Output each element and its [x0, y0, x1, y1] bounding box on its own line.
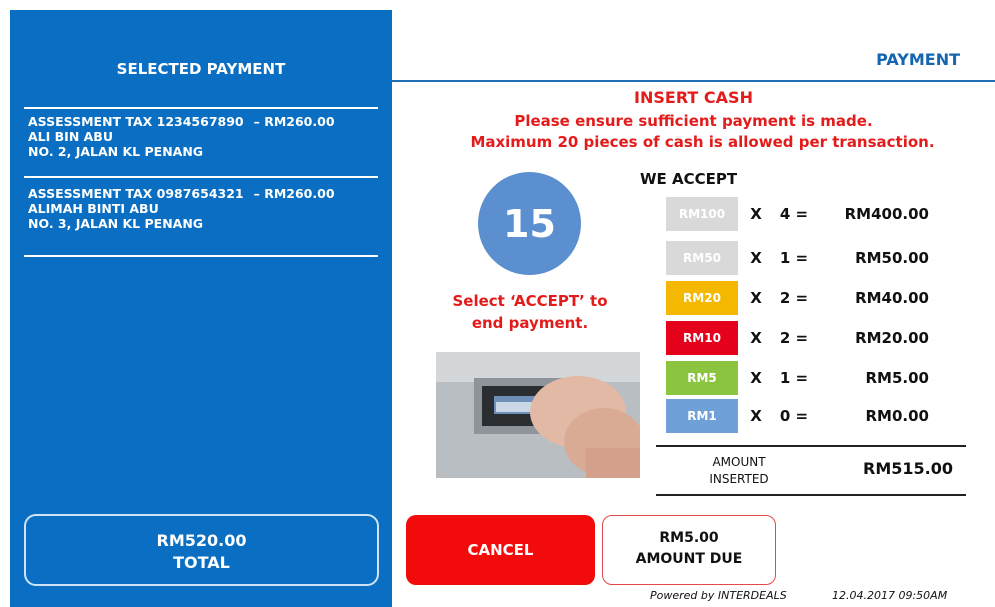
note-quantity: 1 = [779, 369, 809, 387]
total-box: RM520.00 TOTAL [24, 514, 379, 586]
note-chip: RM50 [666, 241, 738, 275]
note-subtotal: RM5.00 [865, 369, 930, 387]
cash-insert-photo [436, 352, 640, 478]
denomination-row: RM50 X 1 = RM50.00 [666, 241, 966, 275]
multiply-sign: X [750, 289, 762, 307]
payment-item-description: ASSESSMENT TAX 0987654321 [28, 186, 244, 201]
amount-inserted-value: RM515.00 [863, 459, 953, 478]
page-title: PAYMENT [876, 50, 960, 69]
note-quantity: 0 = [779, 407, 809, 425]
summary-divider [656, 494, 966, 496]
note-chip: RM20 [666, 281, 738, 315]
insert-cash-heading: INSERT CASH [634, 88, 753, 107]
payment-item-address: NO. 3, JALAN KL PENANG [28, 216, 204, 231]
payment-item: ASSESSMENT TAX 0987654321 – RM260.00 ALI… [28, 186, 378, 231]
payment-item-name: ALIMAH BINTI ABU [28, 201, 159, 216]
payment-item-name: ALI BIN ABU [28, 129, 113, 144]
select-accept-line-2: end payment. [471, 314, 589, 332]
selected-payment-panel: SELECTED PAYMENT ASSESSMENT TAX 12345678… [10, 10, 392, 607]
payment-item: ASSESSMENT TAX 1234567890 – RM260.00 ALI… [28, 114, 378, 159]
denomination-row: RM10 X 2 = RM20.00 [666, 321, 966, 355]
total-label: TOTAL [173, 553, 230, 572]
selected-payment-title: SELECTED PAYMENT [116, 60, 286, 78]
divider [24, 255, 378, 257]
note-subtotal: RM20.00 [855, 329, 929, 347]
denomination-row: RM1 X 0 = RM0.00 [666, 399, 966, 433]
note-chip: RM1 [666, 399, 738, 433]
divider [24, 176, 378, 178]
powered-by-text: Powered by INTERDEALS [650, 589, 787, 602]
select-accept-line-1: Select ‘ACCEPT’ to [452, 292, 608, 310]
note-chip: RM5 [666, 361, 738, 395]
amount-due-value: RM5.00 [659, 530, 719, 546]
denomination-row: RM5 X 1 = RM5.00 [666, 361, 966, 395]
payment-item-description: ASSESSMENT TAX 1234567890 [28, 114, 244, 129]
multiply-sign: X [750, 369, 762, 387]
amount-inserted-label: AMOUNT INSERTED [690, 454, 788, 488]
select-accept-hint: Select ‘ACCEPT’ to end payment. [410, 290, 650, 334]
note-quantity: 1 = [779, 249, 809, 267]
multiply-sign: X [750, 407, 762, 425]
countdown-timer: 15 [478, 172, 581, 275]
note-quantity: 2 = [779, 329, 809, 347]
we-accept-title: WE ACCEPT [640, 170, 738, 188]
cancel-button[interactable]: CANCEL [406, 515, 595, 585]
instruction-line-1: Please ensure sufficient payment is made… [514, 112, 873, 130]
note-quantity: 4 = [779, 205, 809, 223]
note-subtotal: RM0.00 [865, 407, 930, 425]
footer-datetime: 12.04.2017 09:50AM [832, 589, 948, 602]
payment-item-amount: – RM260.00 [253, 114, 335, 129]
amount-due-box: RM5.00 AMOUNT DUE [602, 515, 776, 585]
note-quantity: 2 = [779, 289, 809, 307]
note-subtotal: RM50.00 [855, 249, 929, 267]
summary-divider [656, 445, 966, 447]
amount-inserted-label-1: AMOUNT [712, 455, 766, 469]
multiply-sign: X [750, 329, 762, 347]
note-chip: RM10 [666, 321, 738, 355]
instruction-line-2: Maximum 20 pieces of cash is allowed per… [470, 133, 935, 151]
payment-item-amount: – RM260.00 [253, 186, 335, 201]
note-subtotal: RM40.00 [855, 289, 929, 307]
divider [24, 107, 378, 109]
multiply-sign: X [750, 205, 762, 223]
total-amount: RM520.00 [156, 531, 247, 550]
denomination-row: RM100 X 4 = RM400.00 [666, 197, 966, 231]
header-divider [392, 80, 995, 82]
amount-due-label: AMOUNT DUE [635, 551, 743, 567]
multiply-sign: X [750, 249, 762, 267]
note-subtotal: RM400.00 [844, 205, 929, 223]
amount-inserted-label-2: INSERTED [709, 472, 769, 486]
payment-item-address: NO. 2, JALAN KL PENANG [28, 144, 204, 159]
note-chip: RM100 [666, 197, 738, 231]
denomination-row: RM20 X 2 = RM40.00 [666, 281, 966, 315]
